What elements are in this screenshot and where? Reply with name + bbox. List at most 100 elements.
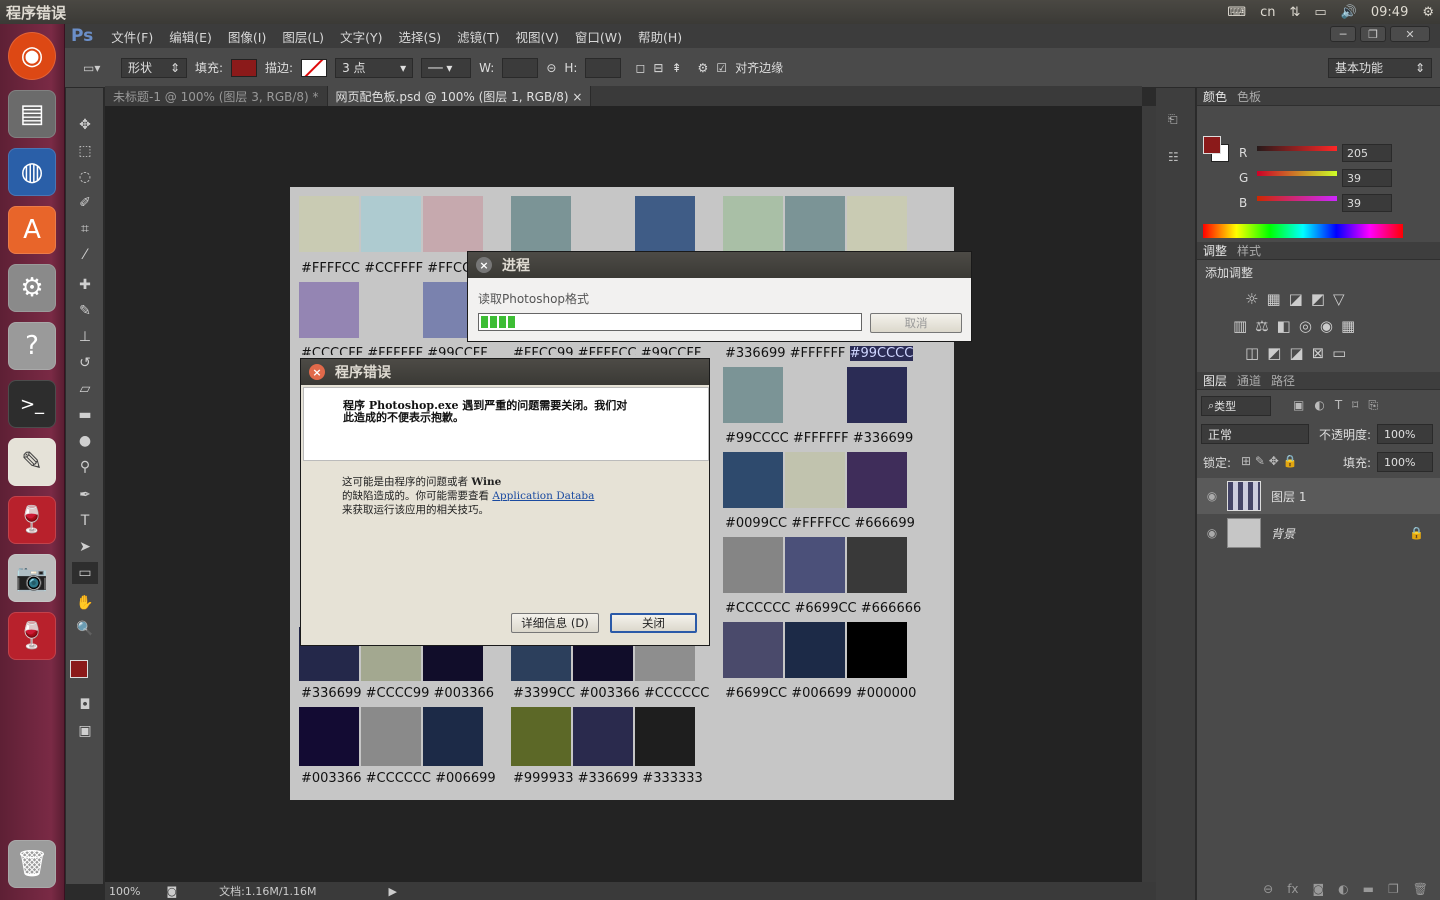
move-tool-icon[interactable]: ✥ [72, 114, 98, 136]
new-adjustment-icon[interactable]: ◐ [1338, 882, 1348, 900]
tab-palette-psd[interactable]: 网页配色板.psd @ 100% (图层 1, RGB/8) × [327, 86, 592, 106]
tab-layers[interactable]: 图层 [1203, 372, 1227, 389]
pen-tool-icon[interactable]: ✒ [72, 484, 98, 506]
color-spectrum-bar[interactable] [1203, 224, 1403, 238]
close-tab-icon[interactable]: × [572, 90, 582, 104]
type-filter-icon[interactable]: T [1335, 398, 1342, 413]
height-input[interactable] [585, 57, 622, 78]
path-alignment-icon[interactable]: ⊟ [653, 61, 663, 75]
details-button[interactable]: 详细信息 (D) [511, 613, 599, 633]
fx-icon[interactable]: fx [1287, 882, 1298, 900]
terminal-icon[interactable]: >_ [8, 380, 56, 428]
add-mask-icon[interactable]: ◙ [1313, 882, 1325, 900]
brush-tool-icon[interactable]: ✎ [72, 300, 98, 322]
tab-untitled[interactable]: 未标题-1 @ 100% (图层 3, RGB/8) * [105, 86, 328, 106]
quick-select-tool-icon[interactable]: ✐ [72, 192, 98, 214]
shape-filter-icon[interactable]: ⌑ [1352, 398, 1358, 413]
app-database-link[interactable]: Application Databa [492, 490, 594, 502]
zoom-level[interactable]: 100% [109, 885, 140, 898]
menu-edit[interactable]: 编辑(E) [169, 27, 212, 46]
menu-select[interactable]: 选择(S) [398, 27, 441, 46]
menu-window[interactable]: 窗口(W) [575, 27, 622, 46]
width-input[interactable] [502, 57, 539, 78]
layer-name[interactable]: 背景 [1271, 525, 1295, 542]
firefox-icon[interactable]: ◍ [8, 148, 56, 196]
color-lookup-icon[interactable]: ▦ [1341, 317, 1355, 335]
menu-view[interactable]: 视图(V) [516, 27, 559, 46]
tab-paths[interactable]: 路径 [1271, 372, 1295, 389]
crop-tool-icon[interactable]: ⌗ [72, 218, 98, 240]
camera-icon[interactable]: 📷 [8, 554, 56, 602]
tab-channels[interactable]: 通道 [1237, 372, 1261, 389]
menu-filter[interactable]: 滤镜(T) [457, 27, 499, 46]
workspace-select[interactable]: 基本功能 ⇕ [1328, 57, 1432, 78]
g-value-input[interactable]: 39 [1342, 169, 1392, 187]
help-icon[interactable]: ? [8, 322, 56, 370]
link-layers-icon[interactable]: ⊖ [1263, 882, 1273, 900]
gradient-tool-icon[interactable]: ▬ [72, 404, 98, 426]
foreground-color-swatch[interactable] [70, 660, 88, 678]
adjustment-filter-icon[interactable]: ◐ [1314, 398, 1324, 413]
lasso-tool-icon[interactable]: ◌ [72, 166, 98, 188]
settings-icon[interactable]: ⚙ [8, 264, 56, 312]
quick-mask-icon[interactable]: ◘ [72, 694, 98, 716]
layer-filter-select[interactable]: ⌕ 类型 [1201, 396, 1271, 416]
wine-icon[interactable]: 🍷 [8, 496, 56, 544]
color-balance-icon[interactable]: ⚖ [1255, 317, 1268, 335]
battery-icon[interactable]: ▭ [1314, 5, 1326, 20]
wine-photoshop-icon[interactable]: 🍷 [8, 612, 56, 660]
curves-icon[interactable]: ◪ [1289, 290, 1303, 308]
eye-icon[interactable]: ◉ [1197, 526, 1227, 540]
g-slider[interactable] [1257, 171, 1337, 176]
fill-input[interactable]: 100% [1377, 452, 1433, 472]
path-arrangement-icon[interactable]: ⇞ [671, 61, 681, 75]
smart-object-filter-icon[interactable]: ⎘ [1368, 398, 1378, 413]
lock-pixels-icon[interactable]: ⊞ ✎ ✥ 🔒 [1241, 454, 1298, 468]
close-icon[interactable]: × [309, 364, 325, 380]
minimize-icon[interactable]: ─ [1330, 26, 1356, 42]
new-group-icon[interactable]: ▬ [1363, 882, 1374, 900]
trash-icon[interactable]: 🗑 [8, 840, 56, 888]
gear-icon[interactable]: ⚙ [1422, 5, 1434, 20]
dodge-tool-icon[interactable]: ⚲ [72, 456, 98, 478]
zoom-tool-icon[interactable]: 🔍 [72, 618, 98, 640]
ubuntu-logo-icon[interactable]: ◉ [8, 32, 56, 80]
blend-mode-select[interactable]: 正常 [1201, 424, 1309, 444]
stroke-type-select[interactable]: ── ▾ [421, 57, 472, 78]
stroke-swatch[interactable] [301, 58, 328, 77]
close-icon[interactable]: ✕ [1390, 26, 1430, 42]
new-layer-icon[interactable]: ❐ [1388, 882, 1399, 900]
blur-tool-icon[interactable]: ● [72, 430, 98, 452]
files-icon[interactable]: ▤ [8, 90, 56, 138]
link-icon[interactable]: ⊝ [546, 61, 556, 75]
align-edges-checkbox[interactable]: ☑ [716, 61, 727, 75]
threshold-icon[interactable]: ◪ [1289, 344, 1303, 362]
shape-tool-icon[interactable]: ▭ [72, 562, 98, 584]
settings-gear-icon[interactable]: ⚙ [698, 61, 709, 75]
tab-color[interactable]: 颜色 [1203, 88, 1227, 105]
software-center-icon[interactable]: A [8, 206, 56, 254]
volume-icon[interactable]: 🔊 [1341, 5, 1357, 20]
eraser-tool-icon[interactable]: ▱ [72, 378, 98, 400]
layer-row-1[interactable]: ◉ 图层 1 [1197, 478, 1440, 514]
close-button[interactable]: 关闭 [610, 613, 697, 633]
clock[interactable]: 09:49 [1371, 5, 1408, 20]
type-tool-icon[interactable]: T [72, 510, 98, 532]
path-select-tool-icon[interactable]: ➤ [72, 536, 98, 558]
properties-panel-icon[interactable]: ☷ [1168, 150, 1179, 164]
fill-swatch[interactable] [231, 58, 258, 77]
status-info-icon[interactable]: ◙ [166, 885, 177, 898]
screen-mode-icon[interactable]: ▣ [72, 720, 98, 742]
menu-file[interactable]: 文件(F) [111, 27, 153, 46]
status-menu-arrow-icon[interactable]: ▶ [389, 885, 397, 898]
history-panel-icon[interactable]: ⎗ [1168, 112, 1178, 127]
history-brush-icon[interactable]: ↺ [72, 352, 98, 374]
layer-name[interactable]: 图层 1 [1271, 488, 1306, 505]
b-value-input[interactable]: 39 [1342, 194, 1392, 212]
menu-image[interactable]: 图像(I) [228, 27, 266, 46]
shape-mode-select[interactable]: 形状 ⇕ [121, 57, 187, 78]
text-editor-icon[interactable]: ✎ [8, 438, 56, 486]
stamp-tool-icon[interactable]: ⊥ [72, 326, 98, 348]
eye-icon[interactable]: ◉ [1197, 489, 1227, 503]
invert-icon[interactable]: ◫ [1245, 344, 1259, 362]
